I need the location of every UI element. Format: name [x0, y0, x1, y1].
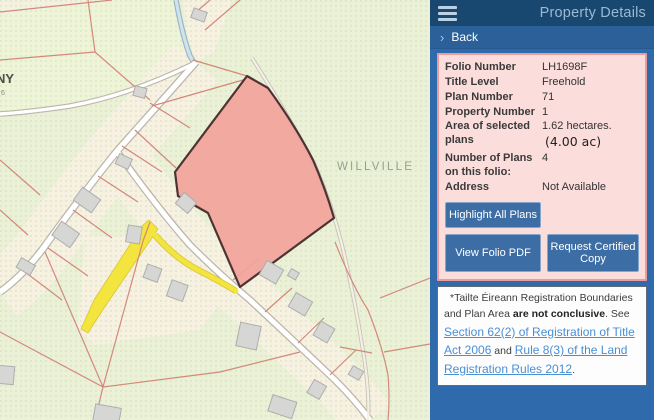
field-address: Address Not Available: [445, 181, 639, 195]
menu-icon[interactable]: [438, 6, 457, 21]
disclaimer-note: *Tailte Éireann Registration Boundaries …: [437, 286, 647, 386]
field-plan-number: Plan Number 71: [445, 91, 639, 105]
field-property-number: Property Number 1: [445, 106, 639, 120]
folio-info-card: Folio Number LH1698F Title Level Freehol…: [437, 53, 647, 281]
highlight-all-plans-button[interactable]: Highlight All Plans: [445, 202, 541, 228]
back-button[interactable]: › Back: [430, 26, 654, 49]
panel-title: Property Details: [457, 5, 646, 21]
partial-placename-label: NY: [0, 71, 14, 86]
small-map-fragment: 6: [1, 90, 5, 97]
area-acres-value: (4.00 ac): [545, 134, 601, 149]
panel-body: Folio Number LH1698F Title Level Freehol…: [430, 49, 654, 390]
map-viewport[interactable]: WILLVILLE NY 6: [0, 0, 430, 420]
map-canvas[interactable]: WILLVILLE NY 6: [0, 0, 430, 420]
field-title-level: Title Level Freehold: [445, 76, 639, 90]
request-certified-copy-button[interactable]: Request Certified Copy: [547, 234, 639, 272]
panel-header: Property Details: [430, 0, 654, 26]
app-window: WILLVILLE NY 6 Property Details › Back F…: [0, 0, 654, 420]
field-area: Area of selected plans 1.62 hectares. (4…: [445, 120, 639, 151]
field-plan-count: Number of Plans on this folio: 4: [445, 152, 639, 180]
field-folio-number: Folio Number LH1698F: [445, 61, 639, 75]
chevron-right-icon: ›: [440, 31, 444, 44]
area-value: 1.62 hectares.: [542, 120, 612, 132]
note-bold-text: are not conclusive: [513, 308, 605, 320]
townland-label: WILLVILLE: [337, 161, 414, 173]
back-label: Back: [451, 30, 478, 44]
view-folio-pdf-button[interactable]: View Folio PDF: [445, 234, 541, 272]
folio-actions: Highlight All Plans View Folio PDF Reque…: [445, 202, 639, 272]
property-details-panel: Property Details › Back Folio Number LH1…: [430, 0, 654, 420]
